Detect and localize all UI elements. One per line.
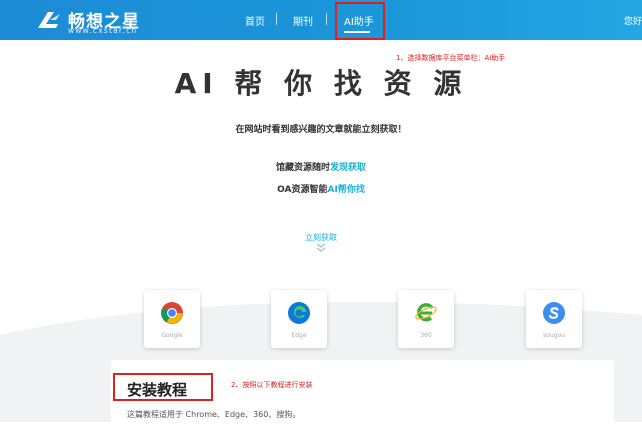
install-tutorial-description: 这篇教程适用于 Chrome、Edge、360、搜狗。 [127, 410, 301, 419]
browser-label: Google [161, 332, 183, 339]
feature-line-collection-prefix: 馆藏资源随时 [275, 163, 330, 173]
browser-card-row: Google Edge 360 sougou [0, 290, 642, 350]
hero-subtitle: 在网站时看到感兴趣的文章就能立刻获取！ [235, 125, 407, 135]
feature-line-oa: OA资源智能AI帮你找 [0, 182, 642, 195]
nav-divider [326, 13, 327, 25]
nav-divider [276, 13, 277, 25]
feature-line-oa-prefix: OA资源智能 [277, 185, 328, 195]
feature-line-collection-accent: 发现获取 [330, 163, 367, 173]
feature-line-collection: 馆藏资源随时发现获取 [0, 160, 642, 173]
browser-label: 360 [420, 332, 432, 339]
highlight-box-install-title [113, 373, 213, 401]
browser-label: Edge [291, 332, 307, 339]
360-browser-icon [415, 303, 437, 322]
double-chevron-down-icon[interactable] [313, 242, 329, 254]
browser-card-sogou[interactable]: sougou [526, 290, 582, 348]
browser-card-google[interactable]: Google [144, 290, 200, 348]
chrome-icon [161, 302, 183, 324]
user-greeting-link[interactable]: 您好 [624, 14, 642, 27]
browser-card-360[interactable]: 360 [398, 290, 454, 348]
logo-mark-icon [38, 12, 60, 28]
feature-line-oa-accent: AI帮你找 [327, 185, 365, 195]
highlight-box-ai-assistant [335, 2, 385, 40]
hero-title: AI 帮 你 找 资 源 [174, 67, 468, 100]
sogou-icon [543, 302, 565, 324]
edge-icon [288, 302, 310, 324]
annotation-step2: 2、按照以下教程进行安装 [231, 381, 313, 389]
nav-item-journals[interactable]: 期刊 [293, 13, 313, 28]
brand-url: www.cxstar.cn [68, 26, 138, 35]
browser-label: sougou [543, 332, 565, 339]
top-header: 畅想之星 www.cxstar.cn 首页 期刊 AI助手 您好 [0, 0, 642, 40]
browser-card-edge[interactable]: Edge [271, 290, 327, 348]
nav-item-home[interactable]: 首页 [245, 13, 265, 28]
